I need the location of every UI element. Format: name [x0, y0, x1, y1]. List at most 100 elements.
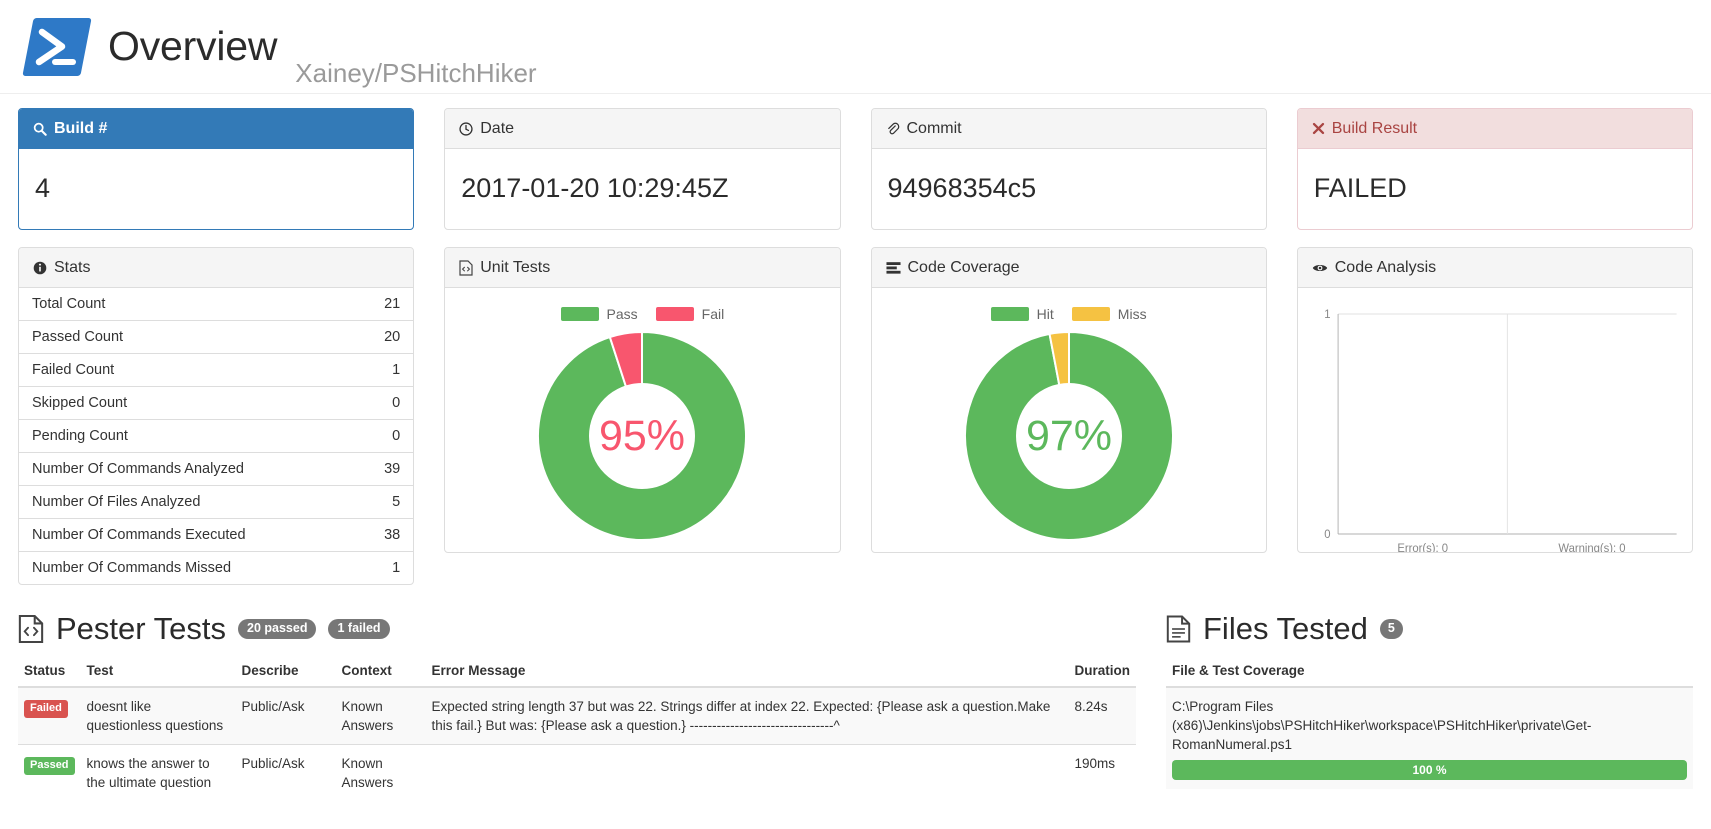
stats-row: Number Of Commands Executed 38: [19, 518, 414, 552]
commit-card: Commit 94968354c5: [870, 108, 1267, 230]
legend-swatch-pass: [560, 307, 599, 321]
date-card-header: Date: [445, 109, 840, 149]
stats-row-label: Number Of Files Analyzed: [19, 485, 355, 519]
coverage-progress-bar: 100 %: [1172, 760, 1687, 781]
files-tested-title: Files Tested: [1203, 611, 1368, 646]
powershell-logo-icon: [22, 16, 92, 78]
cell-describe: Public/Ask: [235, 744, 336, 802]
stats-row: Total Count 21: [19, 288, 413, 321]
pester-tests-title-row: Pester Tests 20 passed 1 failed: [18, 611, 1136, 647]
stats-table: Total Count 21 Passed Count 20 Failed Count 1…: [19, 288, 414, 584]
col-header-error-message: Error Message: [425, 655, 1069, 688]
col-header-describe: Describe: [235, 655, 336, 688]
stats-row-value: 38: [354, 518, 414, 552]
legend-label-fail: Fail: [701, 306, 725, 322]
stats-row-label: Total Count: [32, 296, 106, 312]
y-tick-0: 0: [1324, 528, 1331, 541]
status-badge: Failed: [24, 700, 68, 718]
unit-tests-donut: 95%: [457, 328, 827, 544]
code-coverage-chart: Hit Miss 97%: [872, 288, 1266, 552]
pester-table-body: Failed doesnt like questionless questions…: [18, 686, 1136, 802]
legend-item-fail: Fail: [655, 306, 725, 322]
date-value: 2017-01-20 10:29:45Z: [461, 172, 729, 203]
code-coverage-panel-title: Code Coverage: [907, 258, 1020, 276]
pester-tests-title: Pester Tests: [56, 611, 227, 646]
files-table-header-row: File & Test Coverage: [1166, 655, 1693, 688]
cell-error-message: Expected string length 37 but was 22. St…: [425, 686, 1069, 745]
eye-icon: [1312, 262, 1328, 274]
commit-card-title: Commit: [906, 119, 962, 137]
stats-row-label: Pending Count: [19, 419, 355, 453]
build-number-card-title: Build #: [54, 119, 108, 137]
stats-row-label: Failed Count: [19, 353, 355, 387]
build-number-card: Build # 4: [18, 108, 415, 230]
legend-item-miss: Miss: [1071, 306, 1147, 322]
stats-row: Number Of Commands Missed 1: [19, 551, 414, 584]
cell-duration: 8.24s: [1068, 686, 1136, 745]
cell-describe: Public/Ask: [235, 686, 336, 745]
repo-name: Xainey/PSHitchHiker: [295, 58, 537, 88]
date-card: Date 2017-01-20 10:29:45Z: [444, 108, 841, 230]
table-row: Passed knows the answer to the ultimate q…: [18, 744, 1136, 802]
cell-error-message: [425, 744, 1069, 802]
file-code-icon: [459, 259, 473, 276]
cell-context: Known Answers: [335, 744, 426, 802]
legend-label-hit: Hit: [1036, 306, 1054, 322]
code-coverage-center-label: 97%: [1026, 412, 1112, 460]
legend-item-pass: Pass: [560, 306, 638, 322]
stats-panel: Stats Total Count 21 Passed Count 20 Failed …: [18, 247, 415, 585]
pester-tests-table: Status Test Describe Context Error Messa…: [18, 655, 1136, 802]
code-analysis-chart: 1 0 Error(s): 0 Warning(s): 0: [1298, 288, 1692, 552]
search-icon: [33, 122, 47, 136]
build-result-value: FAILED: [1313, 172, 1407, 203]
stats-row: Failed Count 1: [19, 353, 414, 387]
cell-context: Known Answers: [335, 686, 426, 745]
stats-row-value: 5: [354, 485, 414, 519]
files-tested-section: Files Tested 5 File & Test Coverage C:\P…: [1166, 611, 1693, 802]
bottom-sections: Pester Tests 20 passed 1 failed Status T…: [0, 585, 1711, 802]
legend-label-pass: Pass: [606, 306, 638, 322]
commit-value: 94968354c5: [887, 172, 1037, 203]
file-cell: C:\Program Files (x86)\Jenkins\jobs\PSHi…: [1166, 686, 1693, 790]
col-header-duration: Duration: [1068, 655, 1136, 688]
files-table-body: C:\Program Files (x86)\Jenkins\jobs\PSHi…: [1166, 686, 1693, 790]
stats-row-label: Number Of Commands Missed: [19, 551, 355, 584]
pester-failed-badge: 1 failed: [328, 619, 390, 639]
status-badge-cell: Passed: [18, 744, 81, 802]
stats-panel-title: Stats: [54, 258, 91, 276]
cell-duration: 190ms: [1068, 744, 1136, 802]
date-card-title: Date: [480, 119, 515, 137]
unit-tests-panel-title: Unit Tests: [480, 258, 551, 276]
build-result-card: Build Result FAILED: [1296, 108, 1693, 230]
files-tested-table: File & Test Coverage C:\Program Files (x…: [1166, 655, 1693, 790]
times-icon: [1312, 122, 1325, 135]
build-result-card-title: Build Result: [1331, 119, 1418, 137]
col-header-test: Test: [80, 655, 236, 688]
page-header: Overview Xainey/PSHitchHiker: [0, 0, 1711, 94]
x-tick-errors: Error(s): 0: [1397, 542, 1448, 552]
file-row: C:\Program Files (x86)\Jenkins\jobs\PSHi…: [1166, 686, 1693, 790]
unit-tests-panel-header: Unit Tests: [445, 248, 840, 288]
code-coverage-donut: 97%: [884, 328, 1254, 544]
unit-tests-panel: Unit Tests Pass Fail 95%: [444, 247, 841, 553]
stats-row-value: 20: [354, 320, 414, 354]
code-analysis-panel-title: Code Analysis: [1334, 258, 1437, 276]
col-header-context: Context: [335, 655, 426, 688]
col-header-status: Status: [18, 655, 81, 688]
stats-row-value: 1: [354, 551, 414, 584]
summary-cards-row: Build # 4 Date 2017-01-20 10:29:45Z Comm…: [0, 94, 1711, 230]
server-icon: [885, 261, 901, 275]
unit-tests-center-label: 95%: [599, 412, 685, 460]
files-tested-title-row: Files Tested 5: [1166, 611, 1693, 647]
unit-tests-legend: Pass Fail: [457, 306, 827, 322]
stats-row: Number Of Commands Analyzed 39: [19, 452, 414, 486]
charts-row: Stats Total Count 21 Passed Count 20 Failed …: [0, 230, 1711, 585]
pester-table-header-row: Status Test Describe Context Error Messa…: [18, 655, 1136, 688]
stats-row-value: 21: [384, 296, 401, 312]
table-row: Failed doesnt like questionless questions…: [18, 686, 1136, 745]
stats-panel-header: Stats: [19, 248, 414, 288]
stats-row-value: 39: [354, 452, 414, 486]
pester-passed-badge: 20 passed: [238, 619, 317, 639]
stats-row-value: 0: [354, 386, 414, 420]
stats-row-label: Passed Count: [19, 320, 355, 354]
